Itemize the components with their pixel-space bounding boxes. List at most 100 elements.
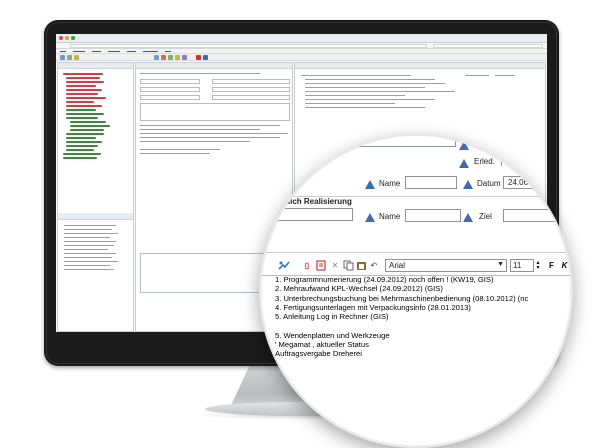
toggle-edit-icon[interactable]	[277, 259, 291, 272]
tree-item[interactable]	[66, 89, 102, 91]
copy-icon[interactable]	[342, 259, 354, 272]
copy-doc-icon[interactable]	[315, 259, 327, 272]
tree-item[interactable]	[66, 113, 104, 115]
toolbar-icon[interactable]	[203, 55, 208, 60]
menu-item[interactable]: ▬▬	[165, 49, 171, 53]
list-item[interactable]	[64, 253, 116, 255]
menu-item[interactable]: ▬▬▬▬	[108, 49, 120, 53]
toolbar-icon[interactable]	[196, 55, 201, 60]
tree-item[interactable]	[66, 105, 102, 107]
minimize-dot-icon[interactable]	[65, 36, 69, 40]
italic-button[interactable]: K	[559, 259, 570, 272]
formatting-toolbar: ▯ ✕ ↶ Arial ▼ 11 ▴▾ F K U	[275, 259, 573, 274]
list-item[interactable]	[64, 241, 116, 243]
menu-item[interactable]: ▬▬▬▬	[73, 49, 85, 53]
note-line	[140, 129, 260, 131]
list-item[interactable]	[64, 229, 112, 231]
lookup-triangle-icon[interactable]	[459, 141, 469, 150]
name-field-2[interactable]	[405, 209, 461, 222]
datum-field[interactable]: 24.06.	[503, 176, 571, 189]
notes-editor[interactable]: 1. Programmnumerierung (24.09.2012) noch…	[261, 275, 571, 359]
note-line: ' Megamat , aktueller Status	[275, 340, 369, 350]
ziel-field[interactable]	[503, 209, 571, 222]
tree-item[interactable]	[66, 137, 96, 139]
tree-item[interactable]	[66, 101, 94, 103]
detail-line	[305, 79, 435, 81]
tree-item[interactable]	[66, 93, 98, 95]
lookup-triangle-icon[interactable]	[365, 213, 375, 222]
cut-icon[interactable]: ✕	[329, 259, 341, 272]
realisierung-field[interactable]	[261, 208, 353, 221]
undo-icon[interactable]: ↶	[368, 259, 380, 272]
tree-item[interactable]	[66, 141, 102, 143]
tree-item[interactable]	[66, 149, 94, 151]
lookup-triangle-icon[interactable]	[365, 180, 375, 189]
list-item[interactable]	[64, 225, 116, 227]
tree-item[interactable]	[66, 81, 104, 83]
underline-button[interactable]: U	[572, 259, 573, 272]
list-item[interactable]	[64, 245, 114, 247]
window-controls[interactable]	[59, 36, 75, 40]
note-line	[140, 133, 288, 135]
note-line: 4. Fertigungsunterlagen mit Verpackungsi…	[275, 302, 471, 312]
tree-item[interactable]	[66, 97, 106, 99]
font-family-select[interactable]: Arial ▼	[385, 259, 507, 272]
lookup-triangle-icon[interactable]	[459, 159, 469, 168]
form-line	[140, 73, 260, 75]
name-field[interactable]	[405, 176, 457, 189]
form-field[interactable]	[212, 79, 290, 84]
list-item[interactable]	[64, 265, 110, 267]
menu-item[interactable]: ▬▬▬	[92, 49, 101, 53]
paste-icon[interactable]	[355, 259, 367, 272]
list-item[interactable]	[64, 237, 110, 239]
lookup-triangle-icon[interactable]	[463, 213, 473, 222]
list-item[interactable]	[64, 249, 108, 251]
menu-item[interactable]: ▬▬▬	[127, 49, 136, 53]
tree-item[interactable]	[63, 157, 97, 159]
tree-item[interactable]	[70, 129, 104, 131]
list-item[interactable]	[64, 269, 114, 271]
list-item[interactable]	[64, 233, 118, 235]
tree-item[interactable]	[70, 121, 106, 123]
tree-item[interactable]	[66, 117, 98, 119]
toolbar-icon[interactable]	[168, 55, 173, 60]
toolbar-icon[interactable]	[161, 55, 166, 60]
lookup-triangle-icon[interactable]	[463, 180, 473, 189]
menu-item[interactable]: ▬▬	[60, 49, 66, 53]
font-size-select[interactable]: 11	[510, 259, 534, 272]
tree-item[interactable]	[66, 85, 96, 87]
form-field[interactable]	[140, 79, 200, 84]
tree-item[interactable]	[63, 73, 103, 75]
form-field[interactable]	[140, 95, 200, 100]
form-field[interactable]	[212, 87, 290, 92]
font-size-stepper-icon[interactable]: ▴ ▾	[534, 259, 542, 272]
toolbar-icon[interactable]	[74, 55, 79, 60]
toolbar-icon[interactable]	[175, 55, 180, 60]
form-field[interactable]	[212, 95, 290, 100]
tree-item[interactable]	[66, 109, 96, 111]
form-field[interactable]	[140, 87, 200, 92]
search-field[interactable]	[433, 44, 543, 48]
menu-item[interactable]: ▬▬▬▬▬	[143, 49, 158, 53]
bold-button[interactable]: F	[546, 259, 557, 272]
tree-item[interactable]	[66, 145, 98, 147]
toolbar-icon[interactable]	[60, 55, 65, 60]
tree-item[interactable]	[66, 77, 100, 79]
tree-item[interactable]	[66, 133, 104, 135]
list-item[interactable]	[64, 261, 118, 263]
detail-line	[305, 87, 425, 89]
delete-icon[interactable]: ▯	[301, 259, 313, 272]
tree-item[interactable]	[63, 153, 101, 155]
note-line: 5. Wendenplatten und Werkzeuge	[275, 330, 390, 340]
font-family-value: Arial	[389, 261, 406, 270]
toolbar-icon[interactable]	[67, 55, 72, 60]
list-item[interactable]	[64, 257, 112, 259]
close-dot-icon[interactable]	[59, 36, 63, 40]
note-line	[140, 141, 250, 143]
zoom-dot-icon[interactable]	[71, 36, 75, 40]
toolbar-icon[interactable]	[154, 55, 159, 60]
toolbar-icon[interactable]	[182, 55, 187, 60]
address-field[interactable]	[70, 44, 427, 48]
note-line: 3. Unterbrechungsbuchung bei Mehrmaschin…	[275, 293, 529, 303]
tree-item[interactable]	[70, 125, 110, 127]
